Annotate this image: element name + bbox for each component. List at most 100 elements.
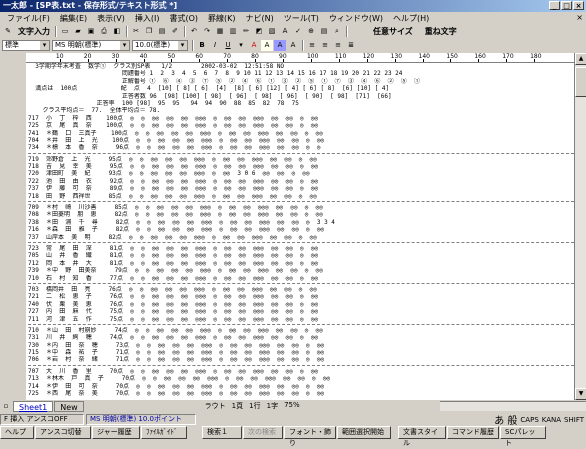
scroll-thumb[interactable] [575,67,586,97]
scroll-up-icon[interactable]: ▲ [575,53,586,65]
font-select[interactable]: MS 明朝(標準) [52,39,130,51]
minimize-button[interactable]: _ [549,1,560,10]
fkey-next-search[interactable]: 次の検索 [243,426,283,439]
menu-format[interactable]: 書式(O) [164,13,203,24]
cut-icon[interactable]: ✂ [130,26,142,37]
document-line: 731 川 井 絢 穂 74点 ◎ ◎ ◎◎ ◎◎ ◎◎ ◎◎◎ ◎ ◎◎ ◎◎… [28,334,319,342]
menu-tools[interactable]: ツール(T) [279,13,324,24]
scroll-down-icon[interactable]: ▼ [575,388,586,400]
ruler-tick-label: 120 [362,53,375,60]
columns-icon[interactable]: ▤ [318,26,330,37]
redo-icon[interactable]: ↷ [201,26,213,37]
fkey-jump-history[interactable]: ジャー履歴 [92,426,140,439]
fkey-range-select[interactable]: 範囲選択開始 [337,426,391,439]
menu-help[interactable]: ヘルプ(H) [388,13,434,24]
menu-edit[interactable]: 編集(E) [55,13,92,24]
overlay-char-button[interactable]: 重ね文字 [422,26,460,37]
toolbar-format: 標準 MS 明朝(標準) 10.0(標準) B I U ▾ A A A A ≡ … [0,38,586,52]
paste-icon[interactable]: ▤ [156,26,168,37]
zoom-level[interactable]: 75% [284,401,300,411]
spell-icon[interactable]: ✓ [292,26,304,37]
bold-icon[interactable]: B [196,40,208,51]
underline-icon[interactable]: U [222,40,234,51]
ruler-tick-label: 130 [390,53,403,60]
frame-icon[interactable]: ▦ [214,26,226,37]
fkey-command-history[interactable]: コマンド履歴 [447,426,499,439]
menu-insert[interactable]: 挿入(I) [130,13,165,24]
save-icon[interactable]: ▣ [85,26,97,37]
document-line: 719 郊野倉 上 光 95点 ◎ ◎ ◎◎ ◎◎ ◎◎ ◎◎◎ ◎ ◎◎ ◎◎… [28,155,317,163]
group-separator [28,152,574,155]
table-icon[interactable]: ▥ [227,26,239,37]
menu-navi[interactable]: ナビ(N) [241,13,279,24]
vertical-scrollbar[interactable]: ▲ ▼ [574,53,586,400]
fkey-sc-palette[interactable]: SCパレット [500,426,546,447]
charformat-icon[interactable]: A [287,40,299,51]
find-icon[interactable]: ⌕ [331,26,343,37]
ruler-tick-label: 110 [334,53,347,60]
preview-icon[interactable]: ◧ [111,26,123,37]
document-line: 707 大 川 香 里 70点 ◎ ◎ ◎◎ ◎◎ ◎◎ ◎◎◎ ◎ ◎◎ ◎◎… [28,367,319,375]
document-line: 734 ＊標 本 香 奈 96点 ◎ ◎ ◎◎ ◎◎ ◎◎ ◎◎◎ ◎ ◎◎ ◎… [28,144,321,152]
layout-mode[interactable]: ラウト [205,401,226,411]
abc-icon[interactable]: A [279,26,291,37]
format-copy-icon[interactable]: ✐ [169,26,181,37]
menu-view[interactable]: 表示(V) [92,13,130,24]
document-line: 709 ＊村 崎 川沙善 85点 ◎ ◎ ◎◎ ◎◎ ◎◎ ◎◎◎ ◎ ◎◎ ◎… [28,204,323,212]
document-line: 正答者数 96 [98] [100] [ 98] [ 96] [ 98] [ 9… [28,92,392,100]
draw-icon[interactable]: ✏ [240,26,252,37]
underline-dropdown-icon[interactable]: ▾ [235,40,247,51]
document-line: 704 ＊井 田 上 光 100点 ◎ ◎ ◎◎ ◎◎ ◎◎ ◎◎◎ ◎ ◎◎ … [28,136,325,144]
menu-ruled-line[interactable]: 罫線(K) [203,13,241,24]
menu-file[interactable]: ファイル(F) [2,13,55,24]
document-line: 725 ＊西 尾 奈 美 70点 ◎ ◎ ◎◎ ◎◎ ◎◎ ◎◎◎ ◎ ◎◎ ◎… [28,390,325,398]
chart-icon[interactable]: ▧ [266,26,278,37]
fkey-font[interactable]: フォント・飾り [284,426,336,447]
fkey-help[interactable]: ヘルプ [0,426,34,439]
doc-icon: ▫ [3,402,9,410]
align-right-icon[interactable]: ≡ [332,40,344,51]
ruler[interactable]: 10 20 30 40 50 60 70 80 90 100 110 120 130 140 150 160 1… [26,53,574,63]
doc-close-icon[interactable]: × [576,13,583,22]
pen-icon[interactable]: ✎ [2,26,14,37]
undo-icon[interactable]: ↶ [188,26,200,37]
menu-window[interactable]: ウィンドウ(W) [324,13,388,24]
image-icon[interactable]: ◩ [253,26,265,37]
kana-indicator: KANA [541,415,562,424]
document-line: 710 石 村 知 香 77点 ◎ ◎ ◎◎ ◎◎ ◎◎ ◎◎◎ ◎ ◎◎ ◎◎… [28,274,319,282]
fkey-file-guide[interactable]: ﾌｧｲﾙｶﾞｲﾄﾞ [141,426,187,439]
document-body[interactable]: 3学期学年末考査 数学① クラス別SP表 1/2 2002-03-02 12:5… [26,63,574,400]
italic-icon[interactable]: I [209,40,221,51]
highlight-icon[interactable]: A [261,39,273,51]
close-button[interactable]: × [573,1,584,10]
text-input-button[interactable]: 文字入力 [15,26,53,37]
print-icon[interactable]: ⎙ [98,26,110,37]
style-select[interactable]: 標準 [2,39,50,51]
shading-icon[interactable]: A [274,39,286,51]
ime-mode[interactable]: あ 般 [494,412,517,427]
group-separator [28,282,574,285]
maximize-button[interactable]: □ [561,1,572,10]
fkey-doc-style[interactable]: 文書スタイル [398,426,446,447]
separator [55,25,57,37]
size-select[interactable]: 10.0(標準) [132,39,188,51]
open-folder-icon[interactable]: ▰ [72,26,84,37]
fkey-underline[interactable]: アンスコ切替 [35,426,91,439]
ruler-tick-label: 160 [474,53,486,60]
tab-new[interactable]: New [54,400,84,412]
align-left-icon[interactable]: ≡ [306,40,318,51]
fkey-search1[interactable]: 検索１ [202,426,242,439]
new-file-icon[interactable]: ▭ [59,26,71,37]
copy-icon[interactable]: ❐ [143,26,155,37]
ruler-tick-label: 100 [306,53,319,60]
justify-icon[interactable]: ≣ [345,40,357,51]
tab-sheet1[interactable]: Sheet1 [13,400,54,412]
horizontal-scrollbar[interactable] [440,401,586,411]
align-center-icon[interactable]: ≡ [319,40,331,51]
optimal-size-button[interactable]: 任意サイズ [370,26,416,37]
ruler-tick-mark [338,59,340,62]
font-color-icon[interactable]: A [248,40,260,51]
group-separator [28,323,574,326]
zoom-icon[interactable]: ⊕ [305,26,317,37]
document-line: 711 河 津 五 作 75点 ◎ ◎ ◎◎ ◎◎ ◎◎ ◎◎◎ ◎ ◎◎ ◎◎… [28,315,319,323]
